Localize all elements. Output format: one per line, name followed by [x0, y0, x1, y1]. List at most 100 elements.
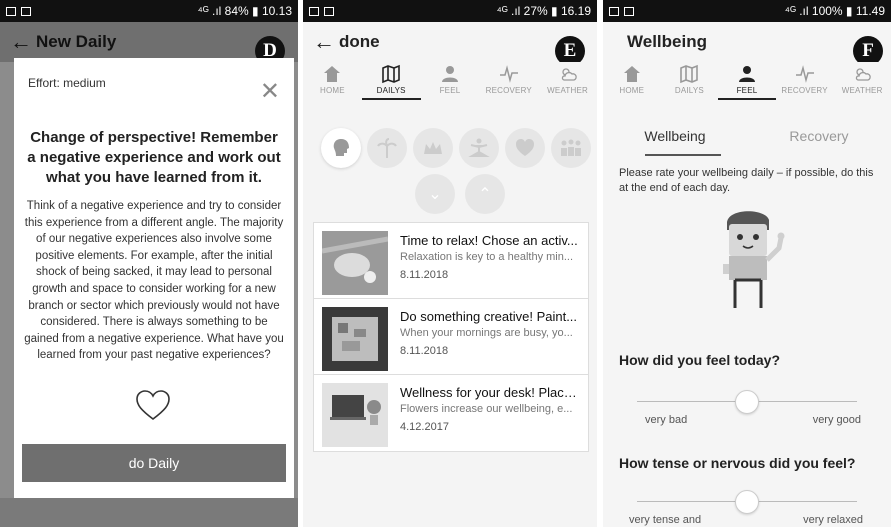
slider-thumb[interactable]	[735, 490, 759, 514]
tense-nervous-slider[interactable]	[637, 490, 857, 514]
check-notification-icon	[324, 6, 334, 16]
panel-new-daily: ⁴ᴳ .ıl 84% ▮ 10.13 ← New Daily D Effort:…	[0, 0, 298, 527]
daily-list: Time to relax! Chose an activ... Relaxat…	[313, 222, 589, 452]
card-title: Time to relax! Chose an activ...	[400, 233, 578, 248]
crown-icon	[424, 142, 442, 154]
card-date: 8.11.2018	[400, 269, 449, 281]
gallery-notification-icon	[309, 6, 319, 16]
panel-done: ⁴ᴳ .ıl 27% ▮ 16.19 ← done E HOME DAILYS …	[303, 0, 597, 527]
category-vacation[interactable]	[367, 128, 407, 168]
card-title: Wellness for your desk! Place...	[400, 385, 580, 400]
home-icon	[623, 66, 640, 82]
tab-home[interactable]: HOME	[303, 62, 362, 100]
dialog-body: Think of a negative experience and try t…	[24, 200, 284, 362]
feel-low-label: very bad	[645, 414, 688, 426]
slider-thumb[interactable]	[735, 390, 759, 414]
do-daily-button[interactable]: do Daily	[22, 444, 286, 482]
weather-icon	[856, 68, 871, 81]
category-heart[interactable]	[505, 128, 545, 168]
card-title: Do something creative! Paint...	[400, 309, 578, 324]
check-notification-icon	[624, 6, 634, 16]
status-bar: ⁴ᴳ .ıl 84% ▮ 10.13	[0, 0, 298, 22]
list-item[interactable]: Wellness for your desk! Place... Flowers…	[314, 375, 588, 451]
map-icon	[680, 64, 699, 84]
tab-dailys[interactable]: DAILYS	[361, 62, 421, 100]
question-feel-today: How did you feel today?	[619, 352, 781, 368]
relax-thumbnail	[322, 231, 388, 295]
gallery-notification-icon	[609, 6, 619, 16]
panel-wellbeing: ⁴ᴳ .ıl 100% ▮ 11.49 Wellbeing F HOME DAI…	[603, 0, 891, 527]
people-icon	[561, 139, 581, 156]
desk-thumbnail	[322, 383, 388, 447]
question-tense-nervous: How tense or nervous did you feel?	[619, 455, 856, 471]
subtab-wellbeing[interactable]: Wellbeing	[603, 122, 747, 158]
list-item[interactable]: Time to relax! Chose an activ... Relaxat…	[314, 223, 588, 299]
tab-weather[interactable]: WEATHER	[538, 62, 597, 100]
tense-high-label: very relaxed	[803, 514, 863, 526]
person-icon	[441, 66, 458, 82]
effort-label: Effort: medium	[28, 76, 106, 90]
app-bar: ← New Daily	[0, 22, 298, 62]
chevron-down-icon[interactable]: ⌄	[415, 174, 455, 214]
weather-icon	[561, 68, 577, 81]
home-icon	[324, 66, 341, 82]
heart-icon	[516, 139, 534, 156]
tab-dailys[interactable]: DAILYS	[661, 62, 719, 100]
tab-weather[interactable]: WEATHER	[833, 62, 891, 100]
feel-subtabs: Wellbeing Recovery	[603, 122, 891, 158]
creative-thumbnail	[322, 307, 388, 371]
card-date: 4.12.2017	[400, 421, 449, 433]
status-info: ⁴ᴳ .ıl 84% ▮ 10.13	[197, 4, 292, 18]
card-date: 8.11.2018	[400, 345, 449, 357]
status-bar: ⁴ᴳ .ıl 100% ▮ 11.49	[603, 0, 891, 22]
feel-high-label: very good	[812, 414, 861, 426]
background-strip	[0, 498, 298, 527]
back-arrow-icon[interactable]: ←	[313, 29, 339, 55]
card-subtitle: When your mornings are busy, yo...	[400, 327, 573, 339]
map-icon	[382, 64, 400, 84]
character-illustration	[723, 211, 785, 308]
daily-dialog: Effort: medium ✕ Change of perspective! …	[14, 58, 294, 498]
category-yoga[interactable]	[459, 128, 499, 168]
page-title: New Daily	[36, 32, 117, 51]
back-arrow-icon[interactable]: ←	[10, 29, 36, 55]
list-item[interactable]: Do something creative! Paint... When you…	[314, 299, 588, 375]
tab-feel[interactable]: FEEL	[718, 62, 776, 100]
tab-recovery[interactable]: RECOVERY	[776, 62, 834, 100]
head-icon	[333, 139, 349, 156]
gallery-notification-icon	[6, 6, 16, 16]
person-icon	[738, 66, 755, 82]
heart-icon[interactable]	[135, 390, 171, 422]
active-subtab-indicator	[645, 154, 721, 156]
status-bar: ⁴ᴳ .ıl 27% ▮ 16.19	[303, 0, 597, 22]
tab-recovery[interactable]: RECOVERY	[479, 62, 538, 100]
page-title: done	[339, 32, 380, 51]
category-filter	[321, 128, 591, 168]
status-info: ⁴ᴳ .ıl 27% ▮ 16.19	[496, 4, 591, 18]
chevron-up-icon[interactable]: ⌃	[465, 174, 505, 214]
page-title: Wellbeing	[627, 32, 707, 51]
dialog-heading: Change of perspective! Remember a negati…	[27, 129, 281, 186]
subtab-recovery[interactable]: Recovery	[747, 122, 891, 158]
tab-feel[interactable]: FEEL	[421, 62, 480, 100]
tab-home[interactable]: HOME	[603, 62, 661, 100]
rating-instructions: Please rate your wellbeing daily – if po…	[619, 167, 874, 194]
palm-tree-icon	[377, 138, 397, 158]
yoga-icon	[468, 138, 490, 157]
category-crown[interactable]	[413, 128, 453, 168]
card-subtitle: Flowers increase our wellbeing, e...	[400, 403, 573, 415]
scroll-controls: ⌄ ⌃	[415, 174, 505, 214]
category-people[interactable]	[551, 128, 591, 168]
pulse-icon	[795, 65, 814, 83]
pulse-icon	[499, 65, 518, 83]
app-bar: ← done	[303, 22, 597, 62]
card-subtitle: Relaxation is key to a healthy min...	[400, 251, 574, 263]
bottom-nav-tabs: HOME DAILYS FEEL RECOVERY WEATHER	[603, 62, 891, 100]
category-head[interactable]	[321, 128, 361, 168]
app-bar: Wellbeing	[603, 22, 891, 62]
feel-today-slider[interactable]	[637, 390, 857, 414]
close-icon[interactable]: ✕	[260, 80, 280, 104]
tense-low-label: very tense and	[629, 514, 702, 526]
status-info: ⁴ᴳ .ıl 100% ▮ 11.49	[784, 4, 885, 18]
bottom-nav-tabs: HOME DAILYS FEEL RECOVERY WEATHER	[303, 62, 597, 100]
